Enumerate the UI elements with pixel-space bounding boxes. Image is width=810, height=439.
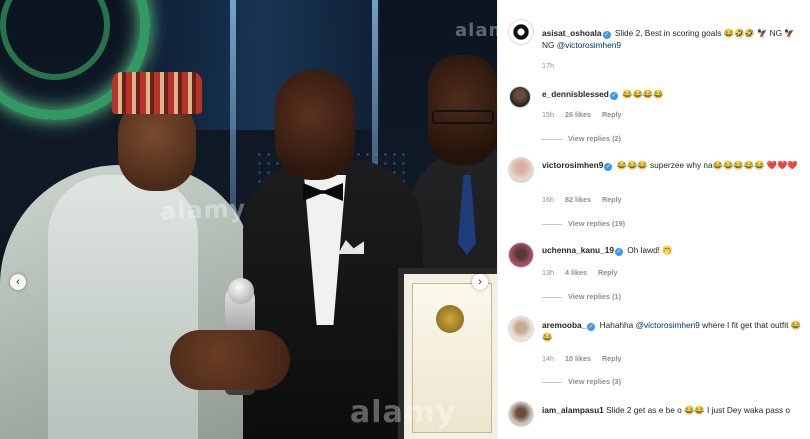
- username[interactable]: asisat_oshoala: [542, 28, 602, 38]
- comment-text: aremooba_ ✓ Hahahha @victorosimhen9 where…: [542, 319, 803, 344]
- avatar[interactable]: [508, 242, 534, 268]
- view-replies-button[interactable]: View replies (3): [542, 377, 621, 386]
- award-ball: [228, 278, 254, 304]
- divider: [542, 138, 562, 140]
- verified-badge-icon: ✓: [614, 248, 623, 256]
- view-replies-button[interactable]: View replies (2): [542, 134, 621, 143]
- comment-meta: 13h 4 likes Reply: [542, 268, 627, 277]
- avatar[interactable]: [508, 401, 534, 427]
- reply-button[interactable]: Reply: [602, 110, 622, 119]
- comment-meta: 16h 82 likes Reply: [542, 195, 631, 204]
- avatar[interactable]: [508, 316, 534, 342]
- avatar[interactable]: [509, 86, 531, 108]
- comment-text: iam_alampasu1 Slide 2 get as e be o 😂😂 I…: [542, 404, 803, 416]
- username[interactable]: aremooba_: [542, 320, 586, 330]
- comment-body: 😂😂😂 superzee why na😂😂😂😂😂 ❤️❤️❤️: [616, 160, 798, 170]
- view-replies-button[interactable]: View replies (1): [542, 292, 621, 301]
- comment-body: 😂😂😂😂: [622, 89, 664, 99]
- comment-meta: 14h 10 likes Reply: [542, 354, 631, 363]
- comment-time: 17h: [542, 61, 554, 70]
- watermark: alamy: [159, 194, 247, 226]
- verified-badge-icon: ✓: [602, 31, 611, 39]
- comment-text: asisat_oshoala ✓ Slide 2, Best in scoring…: [542, 27, 803, 52]
- verified-badge-icon: ✓: [609, 92, 618, 100]
- comment-time: 13h: [542, 268, 554, 277]
- traditional-cap: [112, 72, 202, 114]
- comment-meta: 17h: [542, 61, 563, 70]
- reply-button[interactable]: Reply: [598, 268, 618, 277]
- comment-meta: 15h 26 likes Reply: [542, 110, 631, 119]
- comment-time: 14h: [542, 354, 554, 363]
- username[interactable]: e_dennisblessed: [542, 89, 609, 99]
- comment-text: uchenna_kanu_19 ✓ Oh lawd! 🤭: [542, 244, 803, 256]
- carousel-next-button[interactable]: ›: [472, 274, 488, 290]
- view-replies-label: View replies (2): [568, 134, 621, 143]
- man-center-head: [275, 70, 355, 180]
- reply-button[interactable]: Reply: [602, 195, 622, 204]
- like-count[interactable]: 26 likes: [565, 110, 591, 119]
- certificate-seal: [436, 305, 464, 333]
- post-image[interactable]: alamy alamy alamy ‹ ›: [0, 0, 497, 439]
- comment-body: Slide 2 get as e be o 😂😂 I just Dey waka…: [606, 405, 791, 415]
- comments-panel[interactable]: asisat_oshoala ✓ Slide 2, Best in scoring…: [497, 0, 810, 439]
- verified-badge-icon: ✓: [604, 163, 613, 171]
- comment-time: 16h: [542, 195, 554, 204]
- avatar[interactable]: [508, 157, 534, 183]
- watermark: alamy: [350, 395, 457, 430]
- carousel-prev-button[interactable]: ‹: [10, 274, 26, 290]
- comment-body-prefix: Hahahha: [599, 320, 634, 330]
- view-replies-label: View replies (19): [568, 219, 626, 228]
- divider: [542, 223, 562, 225]
- verified-badge-icon: ✓: [587, 323, 596, 331]
- username[interactable]: uchenna_kanu_19: [542, 245, 614, 255]
- divider: [542, 296, 562, 298]
- username[interactable]: iam_alampasu1: [542, 405, 604, 415]
- divider: [542, 381, 562, 383]
- glasses: [432, 110, 494, 124]
- comment-text: e_dennisblessed ✓ 😂😂😂😂: [542, 88, 803, 100]
- like-count[interactable]: 82 likes: [565, 195, 591, 204]
- watermark: alamy: [455, 20, 497, 41]
- view-replies-label: View replies (3): [568, 377, 621, 386]
- username[interactable]: victorosimhen9: [542, 160, 603, 170]
- like-count[interactable]: 10 likes: [565, 354, 591, 363]
- comment-time: 15h: [542, 110, 554, 119]
- mention-link[interactable]: @victorosimhen9: [557, 40, 621, 50]
- comment-body: Oh lawd! 🤭: [627, 245, 673, 255]
- comment-text: victorosimhen9 ✓ 😂😂😂 superzee why na😂😂😂😂😂…: [542, 159, 803, 171]
- mention-link[interactable]: @victorosimhen9: [636, 320, 700, 330]
- reply-button[interactable]: Reply: [602, 354, 622, 363]
- view-replies-label: View replies (1): [568, 292, 621, 301]
- hands: [170, 330, 290, 390]
- like-count[interactable]: 4 likes: [565, 268, 587, 277]
- view-replies-button[interactable]: View replies (19): [542, 219, 625, 228]
- avatar[interactable]: [508, 19, 534, 45]
